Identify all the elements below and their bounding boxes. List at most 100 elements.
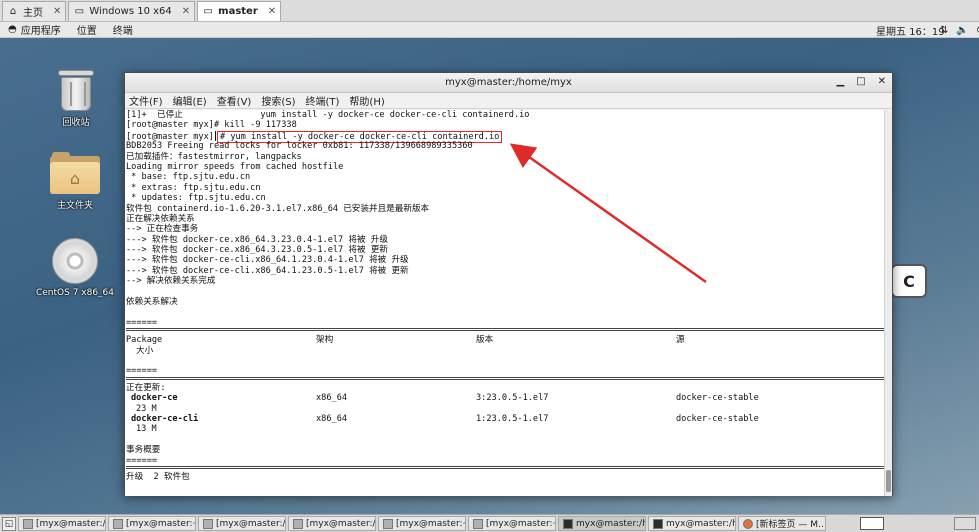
terminal-line: * updates: ftp.sjtu.edu.cn [126,193,266,204]
menu-file[interactable]: 文件(F) [129,93,163,108]
terminal-line: --> 解决依赖关系完成 [126,276,216,287]
menu-search[interactable]: 搜索(S) [261,93,295,108]
terminal-icon [23,518,33,529]
menu-terminal[interactable]: 终端(T) [306,93,340,108]
menu-help[interactable]: 帮助(H) [349,93,384,108]
maximize-icon[interactable]: □ [856,76,865,87]
terminal-menubar: 文件(F) 编辑(E) 查看(V) 搜索(S) 终端(T) 帮助(H) [125,93,892,109]
taskbar-item[interactable]: [myx@master:~] [468,516,556,531]
home-icon: ⌂ [9,6,17,17]
terminal-icon [383,518,393,529]
vm-tab-master[interactable]: ▭ master ✕ [197,1,282,21]
desktop-icon-trash[interactable]: 回收站 [36,70,116,128]
close-icon[interactable]: ✕ [268,6,276,17]
col-size: 大小 [136,345,154,356]
package-arch: x86_64 [316,393,348,404]
terminal-line: 依赖关系解决 [126,297,178,308]
terminal-icon [653,518,663,529]
cursor-mark [214,130,216,141]
window-title: myx@master:/home/myx [445,77,572,88]
terminal-line: ---> 软件包 docker-ce.x86_64.3.23.0.4-1.el7… [126,234,388,245]
package-repo: docker-ce-stable [676,413,759,424]
terminal-line: [1]+ 已停止 yum install -y docker-ce docker… [126,110,530,120]
package-size: 23 M [136,403,157,414]
desktop-icon-cd[interactable]: CentOS 7 x86_64 [35,238,115,298]
terminal-line: --> 正在检查事务 [126,224,199,235]
terminal-line: [root@master myx]# kill -9 117338 [126,120,297,131]
terminal-line: 正在解决依赖关系 [126,213,195,224]
home-folder-icon: ⌂ [50,152,100,194]
table-row: docker-ce x86_64 3:23.0.5-1.el7 docker-c… [126,393,886,403]
rule-short: ====== [126,455,158,466]
close-icon[interactable]: ✕ [878,76,886,87]
terminal-output[interactable]: [1]+ 已停止 yum install -y docker-ce docker… [125,110,886,496]
taskbar-item[interactable]: myx@master:/ho… [648,516,736,531]
applications-icon: ◓ [8,24,17,35]
cd-icon [52,238,98,284]
desktop-icon-label: CentOS 7 x86_64 [35,288,115,298]
workspace-indicator[interactable] [954,517,976,530]
vm-tab-label: 主页 [23,8,43,19]
applications-menu[interactable]: ◓ 应用程序 [0,22,69,37]
taskbar-item[interactable]: [myx@master:~] [378,516,466,531]
vm-tab-label: Windows 10 x64 [89,6,172,17]
table-row: docker-ce-cli x86_64 1:23.0.5-1.el7 dock… [126,414,886,424]
terminal-icon [563,518,573,529]
desktop-icon-label: 主文件夹 [56,201,93,211]
terminal-line: ---> 软件包 docker-ce-cli.x86_64.1.23.0.4-1… [126,255,409,266]
workspace-switcher[interactable] [860,517,884,530]
upgrade-count-line: 升级 2 软件包 [126,471,190,482]
terminal-line-highlighted: [root@master myx] # yum install -y docker… [126,130,886,143]
show-desktop-button[interactable]: ◱ [2,516,16,531]
taskbar-item[interactable]: [myx@master:/o… [288,516,376,531]
terminal-scrollbar[interactable] [884,110,892,496]
window-titlebar[interactable]: myx@master:/home/myx ▁ □ ✕ [125,73,892,93]
gnome-top-bar: ◓ 应用程序 位置 终端 星期五 16：19 ⇅ 🔈 ⏻ [0,22,979,38]
taskbar-item[interactable]: [新标签页 — M… [738,516,826,531]
vm-icon: ▭ [74,6,85,17]
col-arch: 架构 [316,335,334,346]
menu-view[interactable]: 查看(V) [217,93,252,108]
terminal-line: BDB2053 Freeing read locks for locker 0x… [126,141,473,152]
close-icon[interactable]: ✕ [182,6,190,17]
package-name: docker-ce-cli [131,413,199,424]
bottom-taskbar: ◱ [myx@master:/o… [myx@master:~] [myx@ma… [0,514,979,532]
table-header-row: Package 架构 版本 源 [126,335,886,345]
taskbar-item[interactable]: [myx@master:~] [108,516,196,531]
taskbar-item[interactable]: [myx@master:/o… [198,516,286,531]
volume-icon: 🔈 [956,24,969,36]
terminal-icon [113,518,123,529]
col-package: Package [126,335,163,346]
terminal-app-label: 终端 [112,26,133,37]
terminal-line: * base: ftp.sjtu.edu.cn [126,172,251,183]
taskbar-item-active[interactable]: myx@master:/ho… [558,516,646,531]
terminal-line: ---> 软件包 docker-ce.x86_64.3.23.0.5-1.el7… [126,245,388,256]
vm-tab-windows[interactable]: ▭ Windows 10 x64 ✕ [68,1,196,21]
terminal-line: Loading mirror speeds from cached hostfi… [126,161,344,172]
minimize-icon[interactable]: ▁ [836,76,844,87]
system-tray[interactable]: ⇅ 🔈 ⏻ [940,22,979,38]
vm-tab-home[interactable]: ⌂ 主页 ✕ [2,1,67,21]
terminal-app-menu[interactable]: 终端 [105,22,141,37]
vm-tab-label: master [218,6,258,17]
places-menu[interactable]: 位置 [69,22,105,37]
desktop-icon-home-folder[interactable]: ⌂ 主文件夹 [35,152,115,211]
terminal-icon [473,518,483,529]
rule-double [126,328,886,332]
close-icon[interactable]: ✕ [53,6,61,17]
menu-edit[interactable]: 编辑(E) [173,93,207,108]
taskbar-item[interactable]: [myx@master:/o… [18,516,106,531]
scrollbar-thumb[interactable] [886,470,891,492]
terminal-window[interactable]: myx@master:/home/myx ▁ □ ✕ 文件(F) 编辑(E) 查… [124,72,893,496]
col-repo: 源 [676,335,685,346]
package-repo: docker-ce-stable [676,393,759,404]
clock[interactable]: 星期五 16：19 [876,23,945,38]
terminal-icon [203,518,213,529]
package-version: 3:23.0.5-1.el7 [476,393,549,404]
updating-label: 正在更新: [126,382,166,393]
summary-label: 事务概要 [126,445,161,456]
